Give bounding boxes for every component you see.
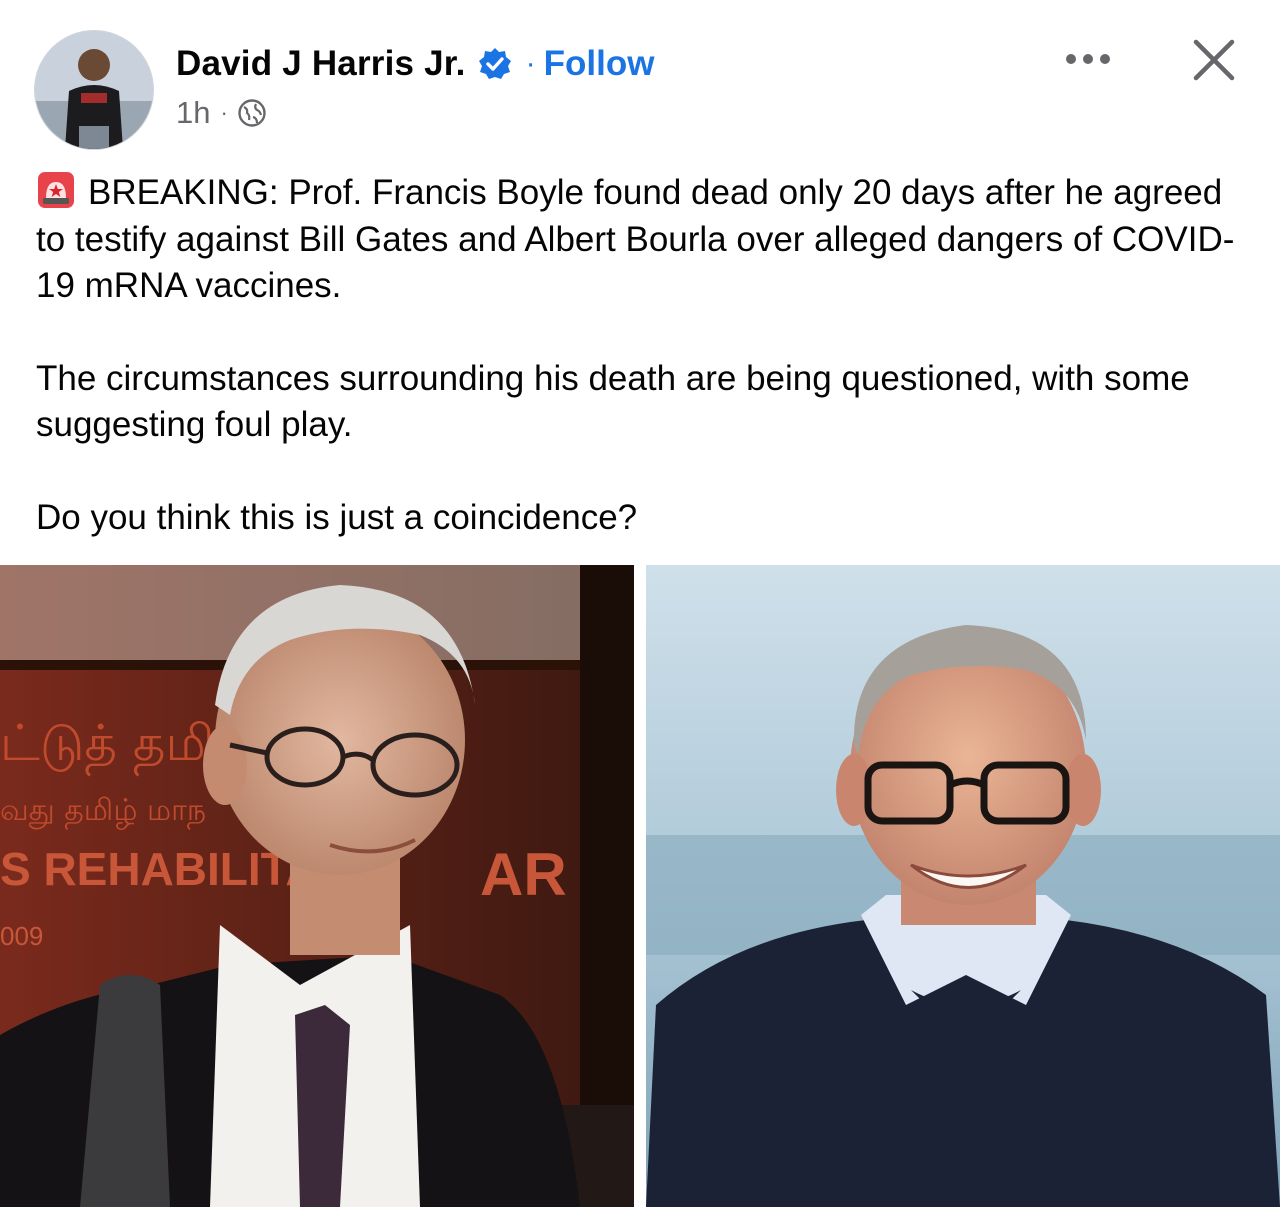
post-timestamp[interactable]: 1h (176, 95, 210, 131)
avatar-photo (35, 31, 153, 149)
author-row: David J Harris Jr. · Follow (176, 42, 654, 86)
post-paragraph-3: Do you think this is just a coincidence? (36, 497, 638, 537)
post-body: BREAKING: Prof. Francis Boyle found dead… (36, 170, 1256, 541)
follow-button[interactable]: Follow (544, 44, 655, 84)
globe-icon (238, 99, 266, 127)
banner-text-5: 009 (0, 921, 43, 951)
banner-text-2: வது தமிழ் மாந (0, 793, 206, 830)
verified-badge-icon (478, 48, 511, 79)
post-paragraph-1: BREAKING: Prof. Francis Boyle found dead… (36, 170, 1256, 310)
post-meta: 1h · (176, 92, 266, 134)
photo-smiling-man-sweater (646, 565, 1280, 1207)
post-image-right[interactable] (646, 565, 1280, 1207)
post-header: David J Harris Jr. · Follow 1h · (0, 0, 1280, 150)
more-options-icon[interactable] (1058, 40, 1118, 80)
post-image-left[interactable]: ட்டுத் தமி வது தமிழ் மாந S REHABILITATIO… (0, 565, 634, 1207)
photo-older-man-at-podium: ட்டுத் தமி வது தமிழ் மாந S REHABILITATIO… (0, 565, 634, 1207)
post-text-breaking: BREAKING: Prof. Francis Boyle found dead… (36, 173, 1235, 305)
close-icon[interactable] (1188, 34, 1240, 86)
meta-separator: · (220, 100, 228, 125)
banner-text-1: ட்டுத் தமி (0, 714, 215, 776)
banner-text-4: AR (480, 841, 567, 908)
post-paragraph-2: The circumstances surrounding his death … (36, 358, 1190, 445)
police-siren-emoji (38, 172, 74, 208)
follow-separator: · (525, 47, 536, 80)
author-avatar[interactable] (34, 30, 154, 150)
author-name[interactable]: David J Harris Jr. (176, 44, 466, 84)
